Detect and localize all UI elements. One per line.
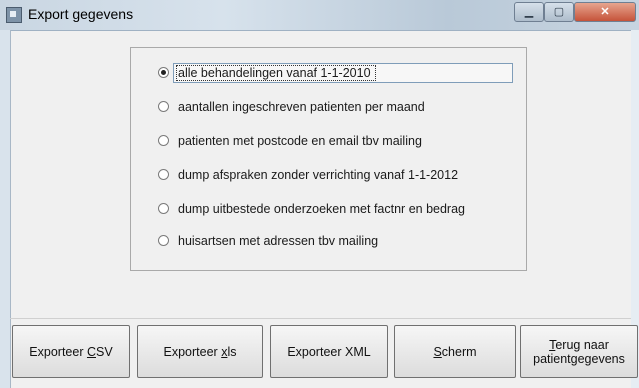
- button-label: Scherm: [433, 345, 476, 359]
- radio-unchecked-icon: [158, 169, 169, 180]
- minimize-button[interactable]: ▁: [514, 2, 544, 22]
- button-label-text: Exporteer: [163, 344, 222, 359]
- button-label-text: SV: [96, 344, 113, 359]
- button-label-text: cherm: [441, 344, 477, 359]
- radio-checked-icon: [158, 67, 169, 78]
- radio-unchecked-icon: [158, 235, 169, 246]
- button-mnemonic: C: [86, 344, 96, 359]
- window-title: Export gegevens: [28, 6, 134, 22]
- export-dialog: Export gegevens ▁ ▢ ✕ alle behandelingen…: [0, 0, 639, 388]
- radio-unchecked-icon: [158, 203, 169, 214]
- export-xls-button[interactable]: Exporteer xls: [137, 325, 263, 378]
- button-label-text: Exporteer: [29, 344, 87, 359]
- button-label-line2: patientgegevens: [533, 351, 625, 366]
- terug-naar-patientgegevens-button[interactable]: Terug naar patientgegevens: [520, 325, 638, 378]
- close-button[interactable]: ✕: [574, 2, 636, 22]
- radio-option-label: dump afspraken zonder verrichting vanaf …: [178, 168, 459, 182]
- radio-unchecked-icon: [158, 135, 169, 146]
- radio-option-label: dump uitbestede onderzoeken met factnr e…: [178, 202, 465, 216]
- button-label-text: Exporteer XML: [287, 344, 371, 359]
- button-label: Exporteer CSV: [29, 345, 112, 359]
- window-controls: ▁ ▢ ✕: [512, 2, 639, 22]
- button-label-text: erug naar: [555, 337, 609, 352]
- radio-option-label: patienten met postcode en email tbv mail…: [178, 134, 422, 148]
- export-csv-button[interactable]: Exporteer CSV: [12, 325, 130, 378]
- title-bar: Export gegevens ▁ ▢ ✕: [0, 0, 639, 31]
- button-bar-divider: [10, 318, 631, 319]
- radio-option-label: alle behandelingen vanaf 1-1-2010: [176, 65, 376, 81]
- export-xml-button[interactable]: Exporteer XML: [270, 325, 388, 378]
- export-options-group: alle behandelingen vanaf 1-1-2010 aantal…: [130, 47, 527, 271]
- button-label-text: ls: [227, 344, 237, 359]
- window-left-border: [0, 30, 11, 388]
- app-window-icon: [6, 7, 22, 23]
- maximize-button[interactable]: ▢: [544, 2, 574, 22]
- button-label-line1: Terug naar: [549, 338, 609, 352]
- button-mnemonic: S: [433, 344, 442, 359]
- radio-option-label: aantallen ingeschreven patienten per maa…: [178, 100, 425, 114]
- radio-unchecked-icon: [158, 101, 169, 112]
- radio-option-label: huisartsen met adressen tbv mailing: [178, 234, 379, 248]
- button-label: Exporteer xls: [164, 345, 237, 359]
- scherm-button[interactable]: Scherm: [394, 325, 516, 378]
